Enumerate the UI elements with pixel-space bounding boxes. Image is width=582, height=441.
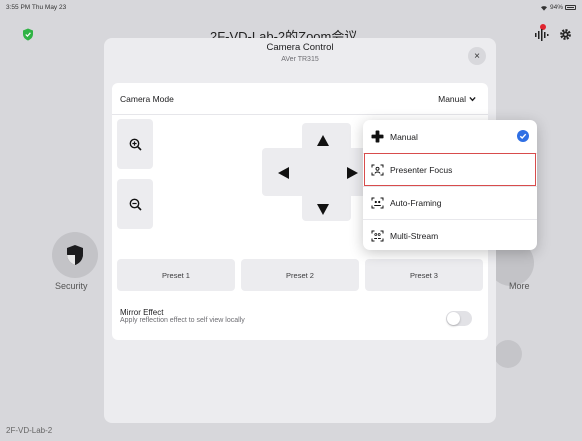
security-shield-icon (67, 245, 83, 265)
zoom-out-button[interactable] (117, 179, 153, 229)
menu-item-label: Multi-Stream (390, 231, 439, 241)
zoom-out-icon (129, 198, 142, 211)
preset-3-button[interactable]: Preset 3 (365, 259, 483, 291)
modal-subtitle: AVer TR315 (281, 56, 319, 63)
room-name: 2F-VD-Lab-2 (6, 426, 53, 435)
zoom-in-icon (129, 138, 142, 151)
pan-down-button[interactable] (317, 204, 329, 215)
background-control (494, 340, 522, 368)
status-indicators: 94% (540, 4, 576, 11)
status-bar: 3:55 PM Thu May 23 94% (6, 2, 576, 14)
close-button[interactable]: × (468, 47, 486, 65)
status-time: 3:55 PM Thu May 23 (6, 4, 67, 11)
security-label: Security (55, 281, 88, 291)
camera-mode-menu: Manual Presenter Focus Auto-Framing Mult… (363, 120, 537, 250)
menu-item-label: Manual (390, 131, 418, 142)
chevron-down-icon (469, 96, 476, 102)
battery-icon (565, 5, 576, 10)
menu-item-label: Auto-Framing (390, 198, 442, 208)
mirror-effect-toggle[interactable] (446, 311, 472, 326)
preset-1-button[interactable]: Preset 1 (117, 259, 235, 291)
wifi-icon (540, 5, 547, 11)
security-button[interactable] (52, 232, 98, 278)
auto-framing-icon (371, 197, 384, 209)
battery-percent: 94% (549, 4, 563, 11)
close-icon: × (474, 50, 480, 62)
modal-header: Camera Control AVer TR315 × (104, 38, 496, 75)
mirror-effect-description: Apply reflection effect to self view loc… (120, 317, 245, 324)
menu-item-manual[interactable]: Manual (363, 120, 537, 153)
preset-2-button[interactable]: Preset 2 (241, 259, 359, 291)
menu-item-presenter-focus[interactable]: Presenter Focus (363, 153, 537, 186)
move-icon (371, 130, 384, 143)
camera-mode-value: Manual (438, 94, 466, 104)
mirror-effect-card: Mirror Effect Apply reflection effect to… (112, 298, 488, 340)
pan-left-button[interactable] (278, 167, 289, 179)
divider (112, 114, 488, 115)
checkmark-icon (517, 130, 529, 142)
menu-item-label: Presenter Focus (390, 165, 453, 175)
camera-mode-select[interactable]: Manual (438, 94, 476, 104)
audio-level-icon[interactable] (535, 29, 549, 41)
camera-mode-label: Camera Mode (120, 94, 174, 104)
zoom-in-button[interactable] (117, 119, 153, 169)
presenter-focus-icon (371, 164, 384, 176)
multi-stream-icon (371, 230, 384, 242)
menu-item-multi-stream[interactable]: Multi-Stream (363, 219, 537, 250)
mirror-effect-title: Mirror Effect (120, 308, 164, 317)
more-label: More (509, 281, 530, 291)
gear-icon[interactable] (559, 28, 572, 41)
pan-right-button[interactable] (347, 167, 358, 179)
pan-up-button[interactable] (317, 135, 329, 146)
encryption-shield-icon[interactable] (22, 28, 34, 41)
modal-title: Camera Control (266, 42, 334, 53)
menu-item-auto-framing[interactable]: Auto-Framing (363, 186, 537, 219)
